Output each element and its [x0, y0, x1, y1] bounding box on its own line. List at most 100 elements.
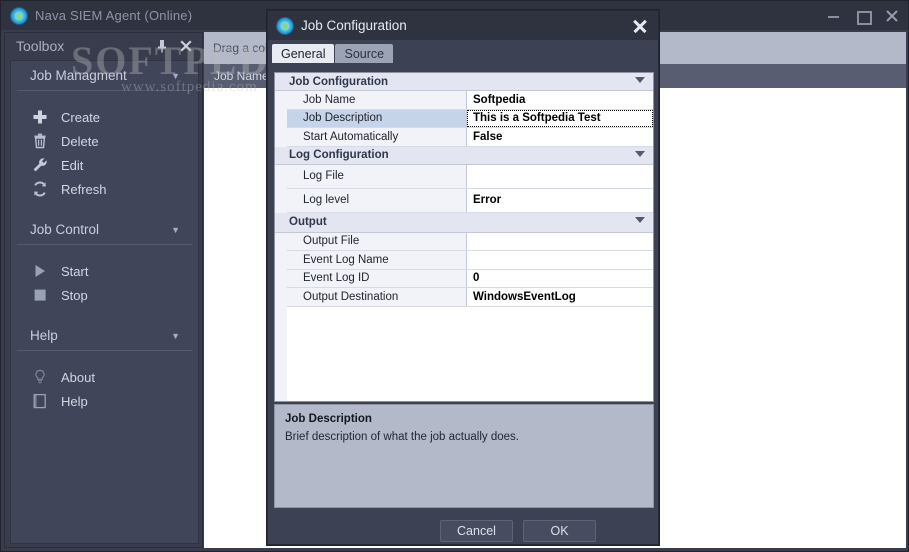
property-value[interactable]: This is a Softpedia Test	[467, 109, 653, 127]
toolbox-group-job-managment[interactable]: Job Managment ▼	[17, 61, 192, 91]
property-value[interactable]: Softpedia	[467, 91, 653, 109]
refresh-icon	[31, 180, 49, 198]
dialog-title: Job Configuration	[301, 18, 407, 33]
property-row-output-destination[interactable]: Output Destination WindowsEventLog	[275, 288, 653, 307]
property-row-log-file[interactable]: Log File	[275, 164, 653, 189]
property-name: Log level	[275, 188, 467, 212]
toolbox-group-job-control[interactable]: Job Control ▼	[17, 215, 192, 245]
job-configuration-dialog: Job Configuration General Source Job Con…	[267, 10, 659, 545]
ok-button[interactable]: OK	[523, 520, 596, 542]
main-window: Nava SIEM Agent (Online) Toolbox Job Man…	[0, 0, 909, 552]
dialog-close-icon[interactable]	[628, 14, 652, 38]
book-icon	[31, 392, 49, 410]
toolbox-item-help[interactable]: Help	[11, 389, 198, 413]
property-value[interactable]: False	[467, 128, 653, 146]
cancel-button[interactable]: Cancel	[440, 520, 513, 542]
toolbox-panel: Toolbox Job Managment ▼ Create Delete Ed…	[4, 32, 203, 548]
property-category-output[interactable]: Output	[275, 212, 653, 233]
toolbox-body: Job Managment ▼ Create Delete Edit Refre…	[10, 60, 199, 544]
property-name: Job Name	[275, 91, 467, 109]
toolbox-item-edit[interactable]: Edit	[11, 153, 198, 177]
property-value[interactable]: WindowsEventLog	[467, 288, 653, 306]
chevron-down-icon[interactable]	[635, 77, 645, 83]
property-description-pane: Job Description Brief description of wha…	[274, 404, 654, 508]
window-controls	[825, 1, 900, 30]
tab-general[interactable]: General	[272, 44, 335, 63]
property-value[interactable]: Error	[467, 188, 653, 212]
toolbox-group-help[interactable]: Help ▼	[17, 321, 192, 351]
toolbox-close-icon[interactable]	[178, 38, 194, 54]
property-name: Log File	[275, 164, 467, 188]
property-grid-indent-bar	[275, 73, 287, 401]
property-row-output-file[interactable]: Output File	[275, 232, 653, 251]
toolbox-group-label: Help	[30, 328, 58, 343]
toolbox-item-stop[interactable]: Stop	[11, 283, 198, 307]
property-name: Output File	[275, 232, 467, 250]
toolbox-item-label: Refresh	[61, 181, 107, 197]
chevron-down-icon: ▼	[171, 330, 180, 341]
chevron-down-icon[interactable]	[635, 216, 645, 223]
toolbox-item-create[interactable]: Create	[11, 105, 198, 129]
app-title: Nava SIEM Agent (Online)	[35, 8, 193, 23]
toolbox-group-label: Job Control	[30, 222, 100, 237]
chevron-down-icon: ▼	[171, 70, 180, 81]
maximize-button[interactable]	[854, 7, 872, 25]
toolbox-item-label: Stop	[61, 287, 88, 303]
property-value[interactable]	[467, 232, 653, 250]
dialog-tabs: General Source	[272, 43, 394, 63]
property-description-text: Brief description of what the job actual…	[285, 431, 519, 443]
property-name: Output Destination	[275, 288, 467, 306]
property-value[interactable]	[467, 164, 653, 188]
toolbox-item-delete[interactable]: Delete	[11, 129, 198, 153]
toolbox-item-label: Edit	[61, 157, 84, 173]
trash-icon	[31, 132, 49, 150]
property-row-job-name[interactable]: Job Name Softpedia	[275, 91, 653, 110]
property-row-event-log-id[interactable]: Event Log ID 0	[275, 269, 653, 288]
dialog-titlebar[interactable]: Job Configuration	[268, 11, 658, 40]
app-globe-icon	[11, 7, 27, 24]
dialog-button-bar: Cancel OK	[268, 516, 658, 546]
wrench-icon	[31, 156, 49, 174]
property-category-label: Job Configuration	[289, 75, 389, 88]
property-description-title: Job Description	[285, 413, 372, 425]
lightbulb-icon	[31, 368, 49, 386]
property-row-job-description[interactable]: Job Description This is a Softpedia Test	[275, 109, 653, 128]
toolbox-item-label: Start	[61, 263, 89, 279]
property-category-log-configuration[interactable]: Log Configuration	[275, 146, 653, 165]
property-row-start-automatically[interactable]: Start Automatically False	[275, 128, 653, 147]
property-category-label: Output	[289, 216, 327, 228]
property-grid[interactable]: Job Configuration Job Name Softpedia Job…	[274, 72, 654, 402]
toolbox-item-label: Delete	[61, 133, 99, 149]
property-name: Event Log ID	[275, 269, 467, 287]
toolbox-header: Toolbox	[5, 33, 202, 58]
property-category-job-configuration[interactable]: Job Configuration	[275, 73, 653, 91]
property-row-event-log-name[interactable]: Event Log Name	[275, 251, 653, 270]
stop-icon	[31, 286, 49, 304]
tab-source[interactable]: Source	[335, 44, 394, 63]
property-name: Start Automatically	[275, 128, 467, 146]
pin-glyph	[158, 39, 166, 52]
dialog-globe-icon	[277, 17, 293, 34]
chevron-down-icon[interactable]	[635, 150, 645, 157]
toolbox-group-label: Job Managment	[30, 68, 127, 83]
toolbox-item-start[interactable]: Start	[11, 259, 198, 283]
property-name: Job Description	[275, 109, 467, 127]
toolbox-item-about[interactable]: About	[11, 365, 198, 389]
close-button[interactable]	[883, 7, 900, 24]
minimize-button[interactable]	[825, 7, 842, 24]
chevron-down-icon: ▼	[171, 224, 180, 235]
property-value[interactable]	[467, 251, 653, 269]
property-value[interactable]: 0	[467, 269, 653, 287]
pin-icon[interactable]	[154, 38, 170, 54]
toolbox-item-refresh[interactable]: Refresh	[11, 177, 198, 201]
property-name: Event Log Name	[275, 251, 467, 269]
plus-icon	[31, 108, 49, 126]
property-row-log-level[interactable]: Log level Error	[275, 188, 653, 213]
property-category-label: Log Configuration	[289, 149, 389, 161]
toolbox-item-label: Help	[61, 393, 88, 409]
